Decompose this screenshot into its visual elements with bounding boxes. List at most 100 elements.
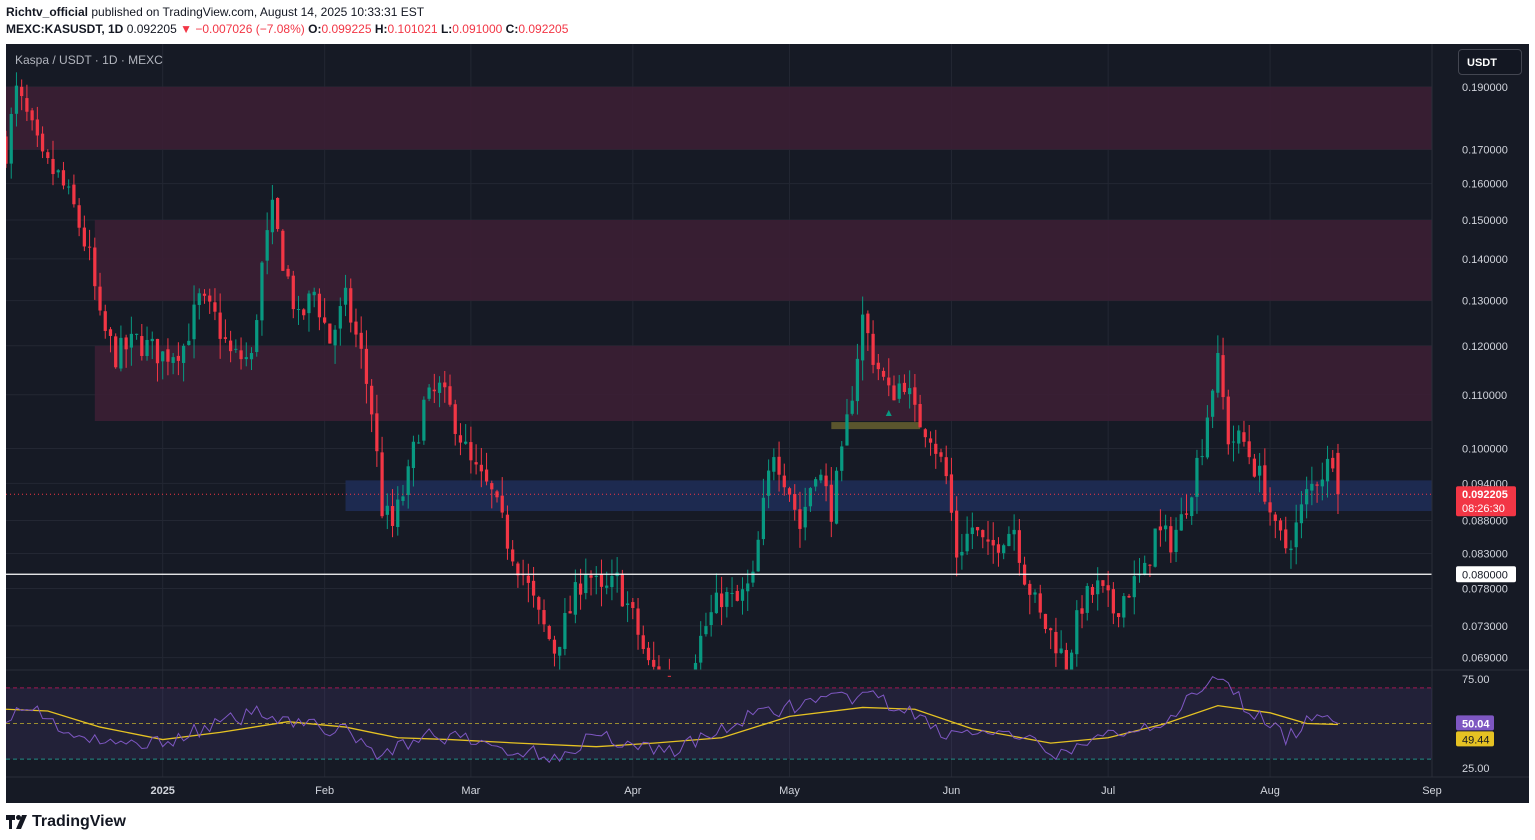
candle-body bbox=[730, 592, 734, 594]
candle-body bbox=[834, 470, 839, 524]
candle-body bbox=[108, 329, 113, 336]
candle-body bbox=[1038, 593, 1042, 613]
candle-body bbox=[312, 291, 316, 296]
candle-body bbox=[448, 386, 452, 405]
candle-body bbox=[1210, 390, 1215, 417]
candle-body bbox=[208, 295, 212, 302]
rsi-value-text: 50.04 bbox=[1462, 718, 1490, 730]
candle-body bbox=[270, 199, 275, 233]
candle-body bbox=[584, 574, 588, 594]
candle-body bbox=[1231, 441, 1236, 443]
candle-body bbox=[359, 332, 363, 349]
chart-panel[interactable]: 0.190000 0.170000 0.160000 0.150000 0.140000… bbox=[6, 44, 1529, 803]
candle-body bbox=[1169, 526, 1173, 553]
candle-body bbox=[484, 469, 489, 482]
candle-body bbox=[234, 348, 238, 350]
candle-body bbox=[902, 382, 907, 392]
candle-body bbox=[437, 382, 442, 393]
candle-body bbox=[124, 337, 128, 350]
candle-body bbox=[161, 351, 165, 362]
chart-canvas[interactable]: 0.190000 0.170000 0.160000 0.150000 0.140000… bbox=[6, 44, 1529, 803]
open-label: O: bbox=[308, 22, 322, 36]
candle-body bbox=[918, 404, 922, 428]
candle-body bbox=[887, 377, 891, 386]
candle-body bbox=[991, 539, 995, 546]
candle-body bbox=[390, 506, 395, 526]
candle-body bbox=[35, 119, 39, 136]
candle-body bbox=[25, 98, 29, 112]
candle-body bbox=[166, 349, 170, 362]
candle-body bbox=[417, 442, 421, 444]
candle-body bbox=[944, 457, 948, 477]
candle-body bbox=[1315, 484, 1319, 486]
candle-body bbox=[77, 205, 81, 228]
candle-body bbox=[6, 136, 8, 164]
open-value: 0.099225 bbox=[321, 22, 372, 36]
candle-body bbox=[970, 527, 974, 535]
candle-body bbox=[1148, 564, 1152, 566]
candle-body bbox=[657, 666, 661, 670]
candle-body bbox=[380, 452, 384, 517]
candle-body bbox=[965, 533, 969, 552]
tradingview-logo-text[interactable]: TradingView bbox=[32, 813, 126, 831]
rsi-tick-label: 25.00 bbox=[1462, 763, 1490, 775]
candle-body bbox=[1143, 562, 1147, 575]
candle-body bbox=[422, 399, 426, 441]
candle-body bbox=[845, 414, 849, 446]
candle-body bbox=[599, 574, 604, 587]
candle-body bbox=[981, 530, 985, 538]
candle-body bbox=[255, 320, 259, 353]
high-value: 0.101021 bbox=[387, 22, 438, 36]
candle-body bbox=[187, 340, 191, 345]
candle-body bbox=[1111, 589, 1115, 614]
candle-body bbox=[876, 362, 880, 370]
candle-body bbox=[364, 348, 369, 384]
candle-body bbox=[1106, 585, 1110, 591]
candle-body bbox=[343, 287, 348, 305]
candle-body bbox=[500, 495, 504, 513]
time-tick-label: Sep bbox=[1422, 785, 1442, 797]
candle-body bbox=[239, 350, 243, 360]
candle-body bbox=[1127, 595, 1131, 598]
candle-body bbox=[1294, 522, 1298, 548]
candle-body bbox=[787, 488, 792, 495]
candle-body bbox=[1096, 580, 1100, 595]
candle-body bbox=[1002, 545, 1006, 554]
tradingview-logo-icon[interactable] bbox=[6, 813, 28, 831]
candle-body bbox=[354, 321, 358, 335]
candle-body bbox=[667, 675, 671, 677]
candle-body bbox=[286, 268, 290, 277]
candle-body bbox=[249, 353, 254, 360]
candle-body bbox=[1132, 576, 1136, 598]
candle-body bbox=[385, 505, 389, 515]
candle-body bbox=[1122, 596, 1126, 618]
currency-button[interactable]: USDT bbox=[1458, 49, 1522, 75]
candle-body bbox=[855, 358, 860, 402]
price-tick-label: 0.100000 bbox=[1462, 444, 1508, 456]
candle-body bbox=[1116, 613, 1121, 618]
candle-body bbox=[1059, 648, 1063, 653]
candle-body bbox=[719, 593, 724, 608]
candle-body bbox=[772, 457, 776, 472]
current-price-value: 0.092205 bbox=[1462, 489, 1508, 501]
candle-body bbox=[605, 585, 609, 588]
candle-body bbox=[1252, 458, 1257, 477]
down-arrow-icon: ▼ bbox=[180, 22, 192, 36]
candle-body bbox=[218, 312, 222, 339]
candle-body bbox=[1080, 608, 1084, 614]
candle-body bbox=[542, 610, 546, 625]
candle-body bbox=[469, 442, 473, 461]
candle-body bbox=[432, 389, 436, 392]
candle-body bbox=[338, 306, 342, 329]
time-tick-label: Jul bbox=[1101, 785, 1115, 797]
rsi-tick-label: 75.00 bbox=[1462, 674, 1490, 686]
candle-body bbox=[228, 340, 233, 352]
candle-body bbox=[725, 591, 729, 607]
high-label: H: bbox=[374, 22, 388, 36]
resistance-zone bbox=[94, 345, 1432, 422]
candle-body bbox=[1320, 479, 1324, 487]
candle-body bbox=[531, 580, 536, 596]
candle-body bbox=[996, 544, 1001, 553]
author-name[interactable]: Richtv_official bbox=[6, 5, 88, 19]
candle-body bbox=[881, 370, 886, 377]
